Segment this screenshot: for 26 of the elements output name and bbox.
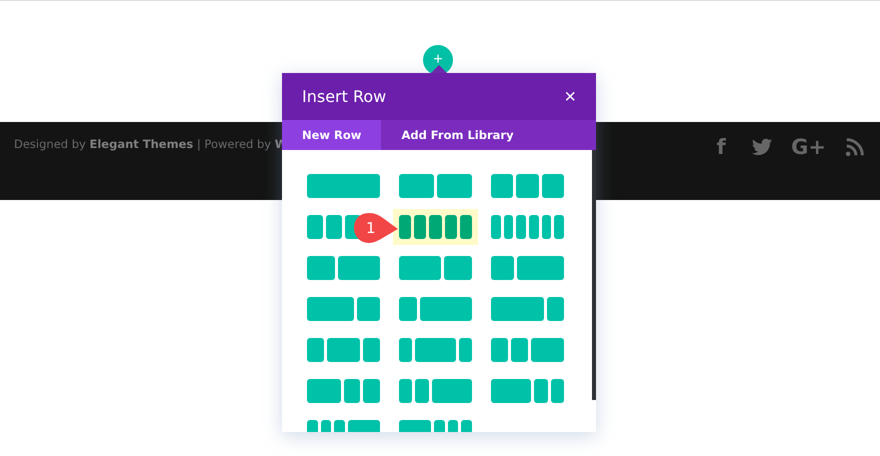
step-marker: 1 [353,212,399,244]
layout-option[interactable] [399,338,472,362]
layout-option[interactable] [491,215,564,239]
dialog-tab[interactable]: New Row [282,120,382,150]
layout-option[interactable] [307,338,380,362]
rss-icon[interactable] [844,136,866,158]
layout-option[interactable] [491,379,564,403]
layout-option[interactable] [491,174,564,198]
layout-option[interactable] [399,174,472,198]
layout-option[interactable] [491,338,564,362]
layout-option[interactable] [307,256,380,280]
social-link[interactable]: G+ [791,134,826,160]
layout-option[interactable] [491,256,564,280]
bird-icon[interactable] [751,136,774,158]
dialog-title: Insert Row [302,87,386,106]
close-button[interactable]: × [564,86,576,106]
layout-option[interactable] [307,297,380,321]
layout-option[interactable] [307,379,380,403]
layout-option[interactable] [399,215,472,239]
social-link[interactable]: f [709,134,734,160]
layout-option[interactable] [399,297,472,321]
layout-option[interactable] [491,297,564,321]
dialog-tab[interactable]: Add From Library [381,120,534,150]
layout-option[interactable] [399,379,472,403]
scrollbar[interactable] [592,150,596,400]
layout-option[interactable] [399,256,472,280]
